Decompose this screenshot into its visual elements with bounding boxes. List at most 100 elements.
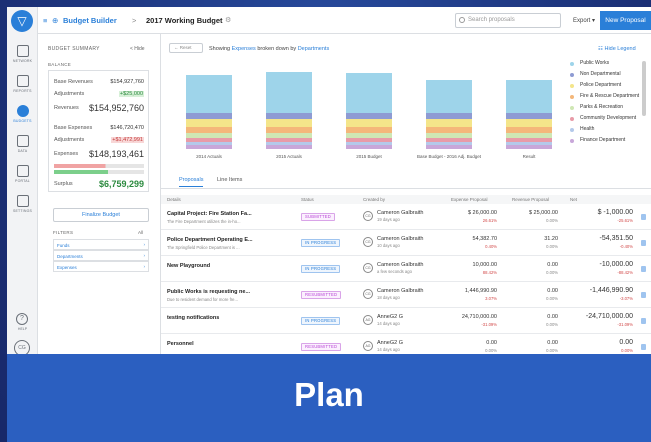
hide-legend-button[interactable]: ☷ Hide Legend <box>598 46 636 52</box>
legend-item[interactable]: Public Works <box>570 61 642 71</box>
bar-segment[interactable] <box>426 119 472 127</box>
proposal-title[interactable]: Capital Project: Fire Station Fa... <box>167 211 287 217</box>
bar-segment[interactable] <box>506 113 552 119</box>
bar-segment[interactable] <box>186 145 232 149</box>
rail-item-network[interactable]: NETWORK <box>7 45 38 63</box>
bar-segment[interactable] <box>186 142 232 145</box>
menu-icon[interactable]: ≡ <box>43 16 47 25</box>
bar-segment[interactable] <box>346 127 392 133</box>
bar-segment[interactable] <box>186 127 232 133</box>
bar-segment[interactable] <box>346 119 392 127</box>
trash-icon[interactable] <box>641 214 646 220</box>
header-net[interactable]: Net <box>570 197 577 202</box>
bar-segment[interactable] <box>186 138 232 142</box>
table-row[interactable]: testing notifications IN PROGRESS AG AnneG2… <box>161 308 651 334</box>
legend-scrollbar[interactable] <box>642 61 646 116</box>
reset-button[interactable]: ← Reset <box>169 43 203 53</box>
tab-proposals[interactable]: Proposals <box>179 177 204 187</box>
header-revenue-proposal[interactable]: Revenue Proposal <box>512 197 549 202</box>
bar-segment[interactable] <box>186 133 232 138</box>
filters-all-toggle[interactable]: All <box>138 230 143 235</box>
bar-segment[interactable] <box>346 133 392 138</box>
legend-item[interactable]: Non Departmental <box>570 72 642 82</box>
bar-segment[interactable] <box>186 119 232 127</box>
bar-segment[interactable] <box>266 72 312 113</box>
tab-line-items[interactable]: Line Items <box>217 177 242 183</box>
filter-departments[interactable]: Departments › <box>53 250 149 261</box>
header-status[interactable]: Status <box>301 197 314 202</box>
filter-expenses[interactable]: Expenses › <box>53 261 149 272</box>
help-icon[interactable]: ? <box>16 313 28 325</box>
bar-segment[interactable] <box>346 138 392 142</box>
breadcrumb-root[interactable]: Budget Builder <box>63 16 117 25</box>
bar-segment[interactable] <box>506 127 552 133</box>
search-input[interactable]: Search proposals <box>455 13 561 28</box>
proposal-title[interactable]: Police Department Operating E... <box>167 237 287 243</box>
proposal-title[interactable]: Personnel <box>167 341 287 347</box>
trash-icon[interactable] <box>641 266 646 272</box>
table-row[interactable]: New Playground IN PROGRESS CG Cameron Galbr… <box>161 256 651 282</box>
bar-segment[interactable] <box>266 145 312 149</box>
bar-segment[interactable] <box>266 113 312 119</box>
bar-segment[interactable] <box>266 142 312 145</box>
bar-segment[interactable] <box>426 113 472 119</box>
settings-icon[interactable]: ⚙ <box>225 16 231 24</box>
bar-segment[interactable] <box>506 138 552 142</box>
bar-segment[interactable] <box>506 142 552 145</box>
header-details[interactable]: Details <box>167 197 181 202</box>
bar-segment[interactable] <box>346 73 392 113</box>
export-dropdown[interactable]: Export ▾ <box>573 17 595 24</box>
trash-icon[interactable] <box>641 318 646 324</box>
proposal-title[interactable]: Public Works is requesting ne... <box>167 289 287 295</box>
legend-item[interactable]: Community Development <box>570 116 642 126</box>
table-row[interactable]: Capital Project: Fire Station Fa... The F… <box>161 204 651 230</box>
bar-segment[interactable] <box>506 119 552 127</box>
filter-funds[interactable]: Funds › <box>53 239 149 250</box>
new-proposal-button[interactable]: New Proposal <box>600 11 651 30</box>
legend-item[interactable]: Parks & Recreation <box>570 105 642 115</box>
legend-item[interactable]: Police Department <box>570 83 642 93</box>
table-row[interactable]: Police Department Operating E... The Spri… <box>161 230 651 256</box>
bar-segment[interactable] <box>266 138 312 142</box>
proposal-title[interactable]: New Playground <box>167 263 287 269</box>
proposal-title[interactable]: testing notifications <box>167 315 287 321</box>
rail-item-reports[interactable]: REPORTS <box>7 75 38 93</box>
bar-segment[interactable] <box>346 113 392 119</box>
legend-item[interactable]: Health <box>570 127 642 137</box>
app-logo-icon[interactable]: ▽ <box>11 10 33 32</box>
bar-segment[interactable] <box>426 138 472 142</box>
rail-item-portal[interactable]: PORTAL <box>7 165 38 183</box>
table-row[interactable]: Public Works is requesting ne... Due to r… <box>161 282 651 308</box>
bar-segment[interactable] <box>426 127 472 133</box>
table-row[interactable]: Personnel RESUBMITTED AG AnneG2 G 14 days ag… <box>161 334 651 354</box>
bar-segment[interactable] <box>186 113 232 119</box>
rail-item-data[interactable]: DATA <box>7 135 38 153</box>
finalize-budget-button[interactable]: Finalize Budget <box>53 208 149 222</box>
trash-icon[interactable] <box>641 292 646 298</box>
trash-icon[interactable] <box>641 240 646 246</box>
header-expense-proposal[interactable]: Expense Proposal <box>451 197 488 202</box>
bar-segment[interactable] <box>186 75 232 113</box>
user-avatar[interactable]: CG <box>14 340 30 354</box>
bar-segment[interactable] <box>506 145 552 149</box>
hide-summary-button[interactable]: < Hide <box>130 46 145 52</box>
bar-segment[interactable] <box>506 133 552 138</box>
dimension-selector[interactable]: Departments <box>298 46 330 52</box>
legend-item[interactable]: Finance Department <box>570 138 642 148</box>
bar-segment[interactable] <box>426 133 472 138</box>
rail-item-budgets[interactable]: BUDGETS <box>7 105 38 123</box>
bar-segment[interactable] <box>426 80 472 113</box>
legend-item[interactable]: Fire & Rescue Department <box>570 94 642 104</box>
bar-segment[interactable] <box>266 119 312 127</box>
header-created-by[interactable]: Created by <box>363 197 385 202</box>
bar-segment[interactable] <box>426 142 472 145</box>
bar-segment[interactable] <box>266 127 312 133</box>
metric-selector[interactable]: Expenses <box>232 46 256 52</box>
bar-segment[interactable] <box>506 80 552 113</box>
rail-item-settings[interactable]: SETTINGS <box>7 195 38 213</box>
bar-segment[interactable] <box>346 142 392 145</box>
bar-segment[interactable] <box>346 145 392 149</box>
trash-icon[interactable] <box>641 344 646 350</box>
bar-segment[interactable] <box>426 145 472 149</box>
bar-segment[interactable] <box>266 133 312 138</box>
